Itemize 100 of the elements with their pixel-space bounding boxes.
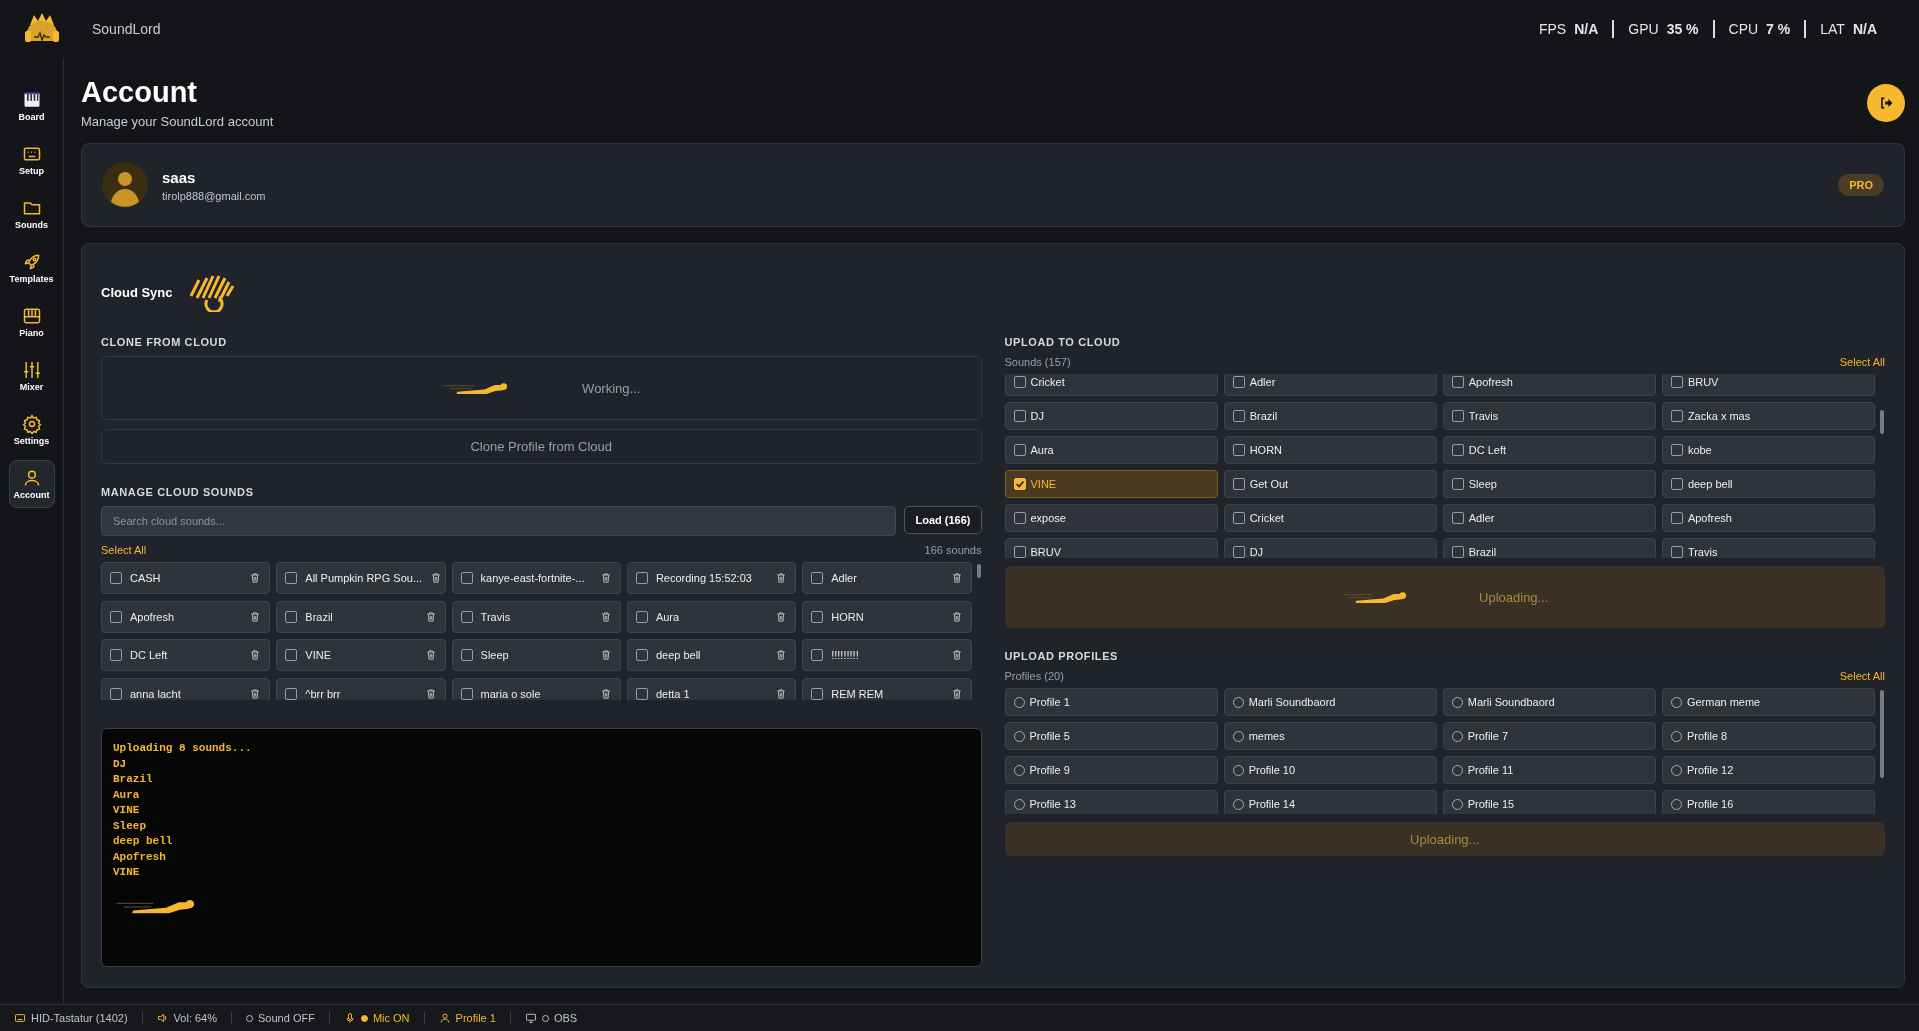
checkbox[interactable] xyxy=(460,610,473,623)
sound-item[interactable]: DC Left xyxy=(1442,436,1656,464)
checkbox[interactable] xyxy=(1670,478,1683,490)
trash-icon[interactable] xyxy=(249,687,262,700)
profile-item[interactable]: Profile 10 xyxy=(1223,756,1437,784)
trash-icon[interactable] xyxy=(775,687,788,700)
checkbox[interactable] xyxy=(1451,410,1464,422)
select-all-link[interactable]: Select All xyxy=(101,544,147,556)
sound-item[interactable]: Sleep xyxy=(1442,470,1656,498)
sound-item[interactable]: Apofresh xyxy=(1661,504,1875,532)
trash-icon[interactable] xyxy=(599,687,612,700)
profile-item[interactable]: Profile 14 xyxy=(1223,790,1437,814)
checkbox[interactable] xyxy=(811,649,824,661)
trash-icon[interactable] xyxy=(950,687,963,700)
checkbox[interactable] xyxy=(110,572,122,584)
trash-icon[interactable] xyxy=(950,610,963,623)
trash-icon[interactable] xyxy=(424,649,437,661)
sound-item[interactable]: HORN xyxy=(802,600,972,633)
sidebar-item[interactable]: Setup xyxy=(8,136,55,184)
select-all-link[interactable]: Select All xyxy=(1839,670,1885,682)
sound-item[interactable]: DJ xyxy=(1004,402,1218,430)
sound-item[interactable]: Apofresh xyxy=(101,600,271,633)
sound-item[interactable]: HORN xyxy=(1223,436,1437,464)
sound-item[interactable]: Recording 15:52:03 xyxy=(626,562,797,594)
profile-item[interactable]: Profile 1 xyxy=(1004,688,1218,716)
sound-item[interactable]: BRUV xyxy=(1661,374,1875,396)
sound-item[interactable]: All Pumpkin RPG Sou... xyxy=(276,562,446,594)
load-button[interactable]: Load (166) xyxy=(904,506,982,534)
checkbox[interactable] xyxy=(460,687,473,700)
sound-item[interactable]: BRUV xyxy=(1004,538,1218,558)
trash-icon[interactable] xyxy=(775,649,788,661)
checkbox[interactable] xyxy=(1232,410,1245,422)
profile-item[interactable]: Profile 8 xyxy=(1661,722,1875,750)
checkbox[interactable] xyxy=(1232,376,1245,388)
checkbox[interactable] xyxy=(285,687,298,700)
checkbox[interactable] xyxy=(1013,512,1026,524)
profile-item[interactable]: German meme xyxy=(1661,688,1875,716)
checkbox[interactable] xyxy=(811,610,824,623)
checkbox[interactable] xyxy=(1451,478,1464,490)
sound-item[interactable]: expose xyxy=(1004,504,1218,532)
sound-item[interactable]: ^brr brr xyxy=(276,677,446,700)
sidebar-item[interactable]: Account xyxy=(8,460,55,508)
sound-item[interactable]: kanye-east-fortnite-... xyxy=(451,562,621,594)
trash-icon[interactable] xyxy=(249,610,262,623)
checkbox[interactable] xyxy=(1232,478,1245,490)
sound-item[interactable]: Travis xyxy=(1661,538,1875,558)
trash-icon[interactable] xyxy=(775,572,788,584)
checkbox[interactable] xyxy=(1013,478,1026,490)
checkbox[interactable] xyxy=(1013,376,1026,388)
checkbox[interactable] xyxy=(1670,546,1683,558)
sound-item[interactable]: Adler xyxy=(1442,504,1656,532)
trash-icon[interactable] xyxy=(249,572,262,584)
profile-item[interactable]: Profile 16 xyxy=(1661,790,1875,814)
profile-item[interactable]: Profile 11 xyxy=(1442,756,1656,784)
scrollbar[interactable] xyxy=(1880,410,1884,434)
profile-item[interactable]: Profile 5 xyxy=(1004,722,1218,750)
checkbox[interactable] xyxy=(285,610,298,623)
profile-item[interactable]: Profile 15 xyxy=(1442,790,1656,814)
trash-icon[interactable] xyxy=(775,610,788,623)
checkbox[interactable] xyxy=(1013,444,1026,456)
trash-icon[interactable] xyxy=(599,649,612,661)
profile-item[interactable]: Profile 13 xyxy=(1004,790,1218,814)
trash-icon[interactable] xyxy=(424,687,437,700)
sound-item[interactable]: VINE xyxy=(1004,470,1218,498)
checkbox[interactable] xyxy=(1451,512,1464,524)
sidebar-item[interactable]: Piano xyxy=(8,298,55,346)
sidebar-item[interactable]: Settings xyxy=(8,406,55,454)
checkbox[interactable] xyxy=(1451,546,1464,558)
sound-item[interactable]: Cricket xyxy=(1004,374,1218,396)
checkbox[interactable] xyxy=(1013,410,1026,422)
trash-icon[interactable] xyxy=(424,610,437,623)
sound-item[interactable]: Sleep xyxy=(451,639,621,671)
profile-item[interactable]: memes xyxy=(1223,722,1437,750)
sound-item[interactable]: Brazil xyxy=(1442,538,1656,558)
checkbox[interactable] xyxy=(285,572,298,584)
trash-icon[interactable] xyxy=(599,572,612,584)
sound-item[interactable]: anna lacht xyxy=(101,677,271,700)
sound-item[interactable]: !!!!!!!!! xyxy=(802,639,972,671)
trash-icon[interactable] xyxy=(599,610,612,623)
checkbox[interactable] xyxy=(1670,410,1683,422)
checkbox[interactable] xyxy=(811,687,824,700)
sidebar-item[interactable]: Sounds xyxy=(8,190,55,238)
sound-item[interactable]: Brazil xyxy=(276,600,446,633)
sound-item[interactable]: Apofresh xyxy=(1442,374,1656,396)
sound-item[interactable]: VINE xyxy=(276,639,446,671)
sound-item[interactable]: Adler xyxy=(1223,374,1437,396)
sound-item[interactable]: Travis xyxy=(451,600,621,633)
checkbox[interactable] xyxy=(1451,444,1464,456)
checkbox[interactable] xyxy=(1670,444,1683,456)
trash-icon[interactable] xyxy=(430,572,443,584)
sound-item[interactable]: DJ xyxy=(1223,538,1437,558)
profile-item[interactable]: Profile 9 xyxy=(1004,756,1218,784)
trash-icon[interactable] xyxy=(950,572,963,584)
select-all-link[interactable]: Select All xyxy=(1839,356,1885,368)
sound-item[interactable]: Brazil xyxy=(1223,402,1437,430)
checkbox[interactable] xyxy=(1451,376,1464,388)
checkbox[interactable] xyxy=(635,687,648,700)
upload-button[interactable]: Uploading... xyxy=(1004,822,1885,856)
logout-button[interactable] xyxy=(1867,84,1905,122)
checkbox[interactable] xyxy=(1670,512,1683,524)
